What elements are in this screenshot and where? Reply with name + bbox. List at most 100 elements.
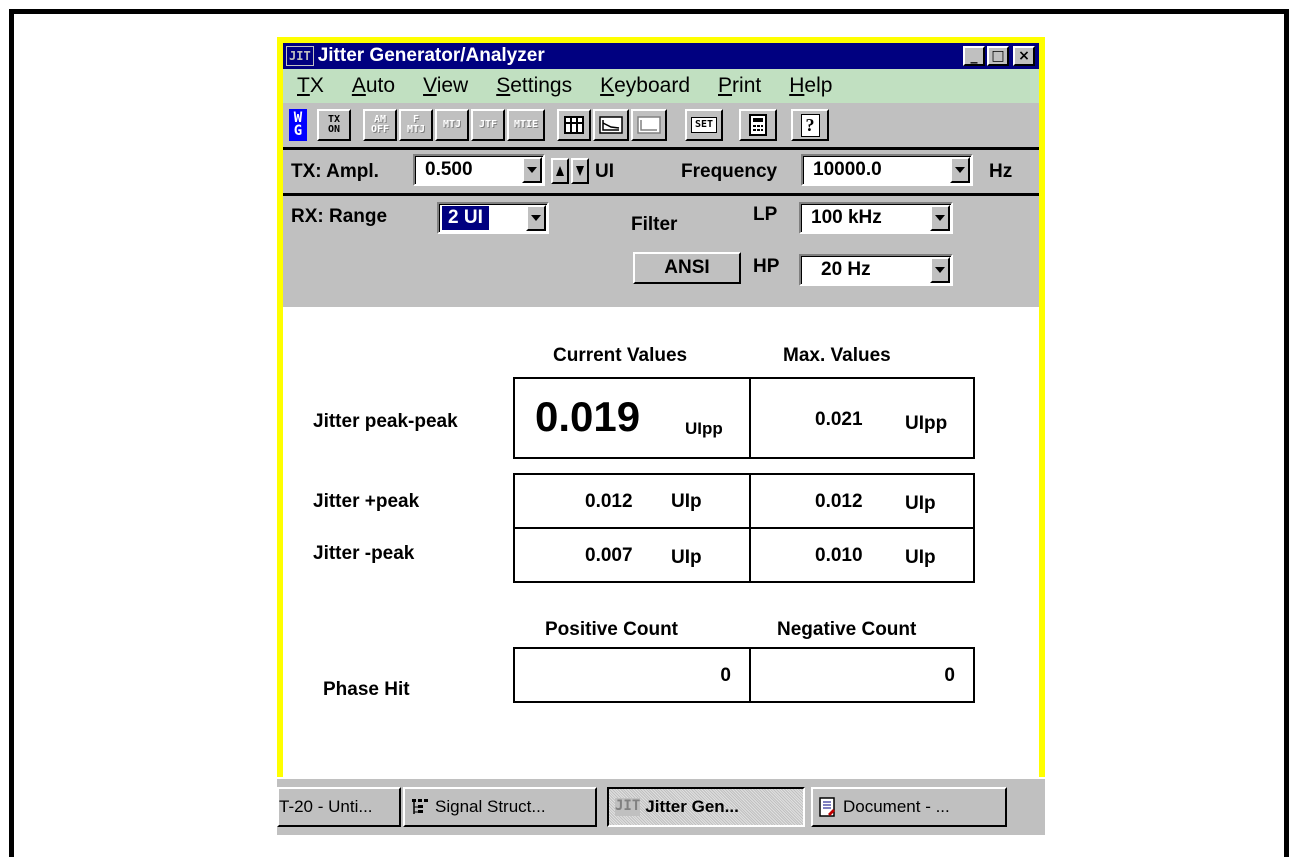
help-icon: ? [800,113,820,137]
bar-graph-icon [637,116,661,134]
help-button[interactable]: ? [791,109,829,141]
menu-bar: TX Auto View Settings Keyboard Print Hel… [283,69,1039,103]
minimize-icon: _ [970,48,978,64]
amplitude-up-button[interactable] [551,158,569,184]
pp-current-unit: UIpp [685,419,723,438]
taskbar-item-jitter-gen[interactable]: JIT Jitter Gen... [607,787,805,827]
amplitude-combo[interactable]: 0.500 [413,154,545,186]
am-off-bottom: OFF [370,124,390,135]
menu-settings[interactable]: Settings [496,74,572,98]
jit-app-icon[interactable]: JIT [286,46,314,66]
close-button[interactable]: × [1013,46,1035,66]
pos-max-cell: 0.012 UIp [749,473,975,529]
graph-view-button[interactable] [593,109,629,141]
minimize-button[interactable]: _ [963,46,985,66]
taskbar-item-document[interactable]: Document - ... [811,787,1007,827]
set-button[interactable]: SET [685,109,723,141]
menu-keyboard[interactable]: Keyboard [600,74,690,98]
title-bar[interactable]: JIT Jitter Generator/Analyzer _ □ × [283,43,1039,69]
ansi-button[interactable]: ANSI [633,252,741,284]
jtf-button[interactable]: JTF [471,109,505,141]
mtj-button[interactable]: MTJ [435,109,469,141]
tx-on-button[interactable]: TX ON [317,109,351,141]
negative-count-header: Negative Count [777,619,917,640]
rx-settings: RX: Range 2 UI Filter LP 100 kHz ANSI HP… [283,193,1039,307]
pp-current-value: 0.019 [535,393,641,440]
ansi-label: ANSI [664,257,710,278]
max-values-header: Max. Values [783,345,891,366]
frequency-label: Frequency [681,161,778,182]
neg-current-unit: UIp [671,547,702,568]
menu-help[interactable]: Help [789,74,832,98]
positive-count-header: Positive Count [545,619,679,640]
results-panel: Current Values Max. Values Jitter peak-p… [283,307,1039,737]
chevron-down-icon[interactable] [522,157,542,183]
calculator-button[interactable] [739,109,777,141]
hit-positive-value: 0 [720,665,731,686]
pos-current-cell: 0.012 UIp [513,473,751,529]
amplitude-value: 0.500 [425,159,473,180]
menu-view[interactable]: View [423,74,468,98]
mtj-label: MTJ [442,119,462,130]
neg-max-cell: 0.010 UIp [749,527,975,583]
pos-peak-label: Jitter +peak [313,491,420,512]
am-off-button[interactable]: AM OFF [363,109,397,141]
chevron-down-icon[interactable] [930,257,950,283]
toolbar: W G TX ON AM OFF F MTJ MTJ JTF MTIE SET … [283,103,1039,147]
pp-current-cell: 0.019 UIpp [513,377,751,459]
rx-range-label: RX: Range [291,206,388,227]
taskbar-item-signal-structure[interactable]: Signal Struct... [403,787,597,827]
jtf-label: JTF [478,119,498,130]
document-icon [819,797,835,817]
bar-view-button[interactable] [631,109,667,141]
pp-max-value: 0.021 [815,409,863,430]
neg-max-unit: UIp [905,547,936,568]
maximize-icon: □ [991,48,1005,64]
hit-positive-cell: 0 [513,647,751,703]
menu-auto[interactable]: Auto [352,74,395,98]
taskbar-item-label: Signal Struct... [435,797,546,816]
current-values-header: Current Values [553,345,688,366]
pp-max-unit: UIpp [905,413,948,434]
jit-icon: JIT [615,798,641,816]
calculator-icon [749,114,767,136]
menu-print[interactable]: Print [718,74,761,98]
mtie-button[interactable]: MTIE [507,109,545,141]
chevron-down-icon[interactable] [930,205,950,231]
jitter-window: JIT Jitter Generator/Analyzer _ □ × TX A… [277,37,1045,777]
table-view-button[interactable] [557,109,591,141]
pos-max-value: 0.012 [815,491,863,512]
menu-tx[interactable]: TX [297,74,324,98]
pos-current-value: 0.012 [585,491,633,512]
lp-filter-combo[interactable]: 100 kHz [799,202,953,234]
neg-max-value: 0.010 [815,545,863,566]
pos-current-unit: UIp [671,491,702,512]
pos-max-unit: UIp [905,493,936,514]
lp-label: LP [753,204,778,225]
amplitude-down-button[interactable] [571,158,589,184]
range-combo[interactable]: 2 UI [437,202,549,234]
chevron-down-icon[interactable] [526,205,546,231]
wg-logo-icon: W G [289,109,307,141]
hp-value: 20 Hz [821,259,871,280]
peak-peak-label: Jitter peak-peak [313,411,458,432]
hp-filter-combo[interactable]: 20 Hz [799,254,953,286]
phase-hit-label: Phase Hit [323,679,410,700]
close-icon: × [1018,48,1030,64]
taskbar: T-20 - Unti... Signal Struct... JIT Jitt… [277,777,1045,835]
filter-label: Filter [631,214,678,235]
taskbar-item-label: T-20 - Unti... [279,797,373,816]
tx-on-bottom: ON [327,124,341,135]
logo-g: G [293,123,303,139]
hit-negative-cell: 0 [749,647,975,703]
window-title: Jitter Generator/Analyzer [317,45,545,66]
frequency-unit: Hz [989,161,1013,182]
pp-max-cell: 0.021 UIpp [749,377,975,459]
f-mtj-button[interactable]: F MTJ [399,109,433,141]
frequency-combo[interactable]: 10000.0 [801,154,973,186]
table-icon [564,116,584,134]
mtie-label: MTIE [513,119,539,130]
taskbar-item-t20[interactable]: T-20 - Unti... [277,787,401,827]
maximize-button[interactable]: □ [987,46,1009,66]
chevron-down-icon[interactable] [950,157,970,183]
